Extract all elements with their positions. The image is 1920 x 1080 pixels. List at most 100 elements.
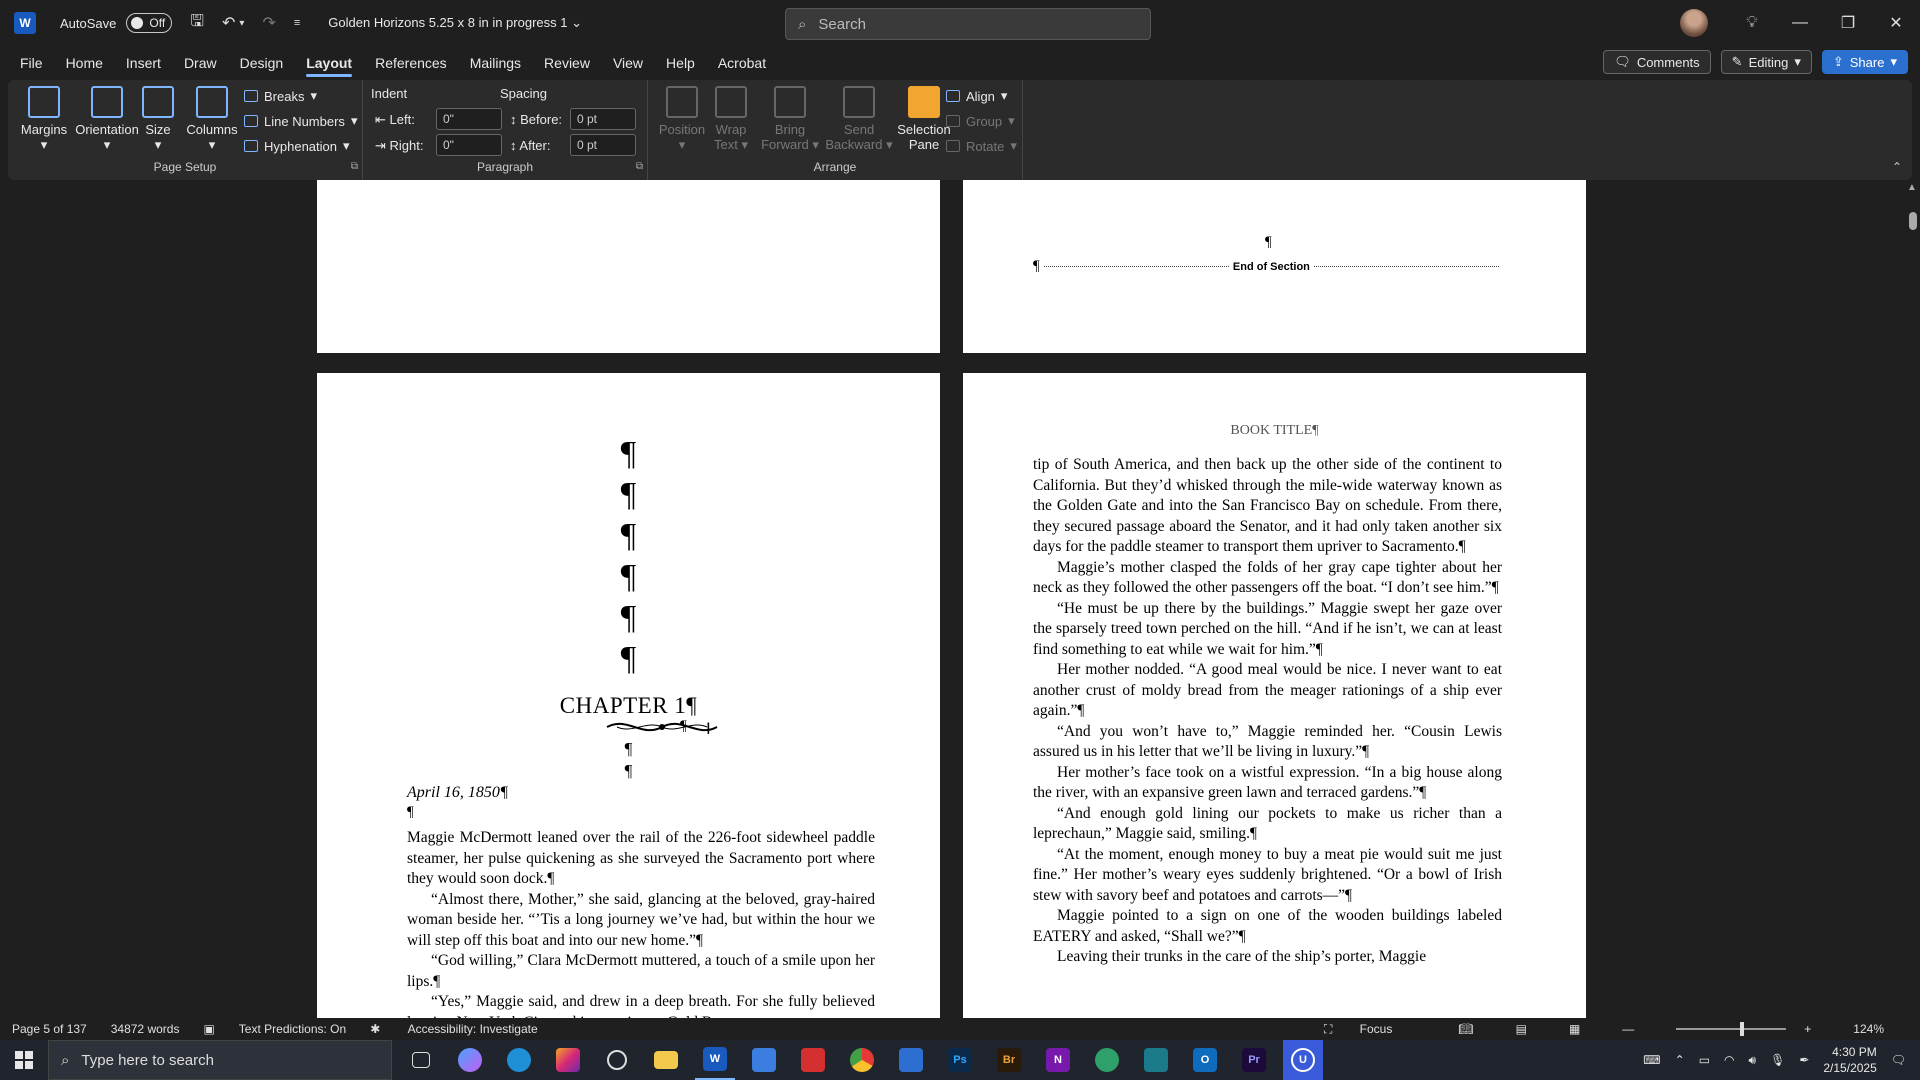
bridge-icon[interactable]: Br (989, 1040, 1029, 1080)
cricut-icon[interactable] (1087, 1040, 1127, 1080)
send-backward-button[interactable]: Send Backward ▾ (824, 86, 894, 153)
accessibility-status[interactable]: ✱ Accessibility: Investigate (370, 1022, 561, 1036)
tab-layout[interactable]: Layout (306, 49, 352, 77)
store-icon[interactable] (744, 1040, 784, 1080)
web-layout-icon[interactable]: ▦ (1569, 1022, 1580, 1036)
tab-review[interactable]: Review (544, 49, 590, 77)
read-mode-icon[interactable]: 📖︎ (1458, 1022, 1473, 1036)
microphone-icon[interactable]: 🎙︎ (1770, 1053, 1785, 1067)
wifi-icon[interactable]: ◠ (1724, 1053, 1734, 1067)
task-view-icon[interactable] (401, 1040, 441, 1080)
tab-view[interactable]: View (613, 49, 643, 77)
chevron-up-icon[interactable]: ⌃ (1675, 1053, 1685, 1067)
scroll-up-icon[interactable]: ▲ (1907, 182, 1917, 193)
taskbar-search[interactable]: ⌕ Type here to search (48, 1040, 392, 1080)
focus-button[interactable]: ⛶ Focus (1324, 1022, 1416, 1037)
acrobat-icon[interactable] (793, 1040, 833, 1080)
proofing-icon[interactable]: ▣ (203, 1022, 214, 1036)
share-button[interactable]: ⇪ Share ▾ (1821, 50, 1908, 74)
rotate-button[interactable]: Rotate ▾ (946, 138, 1017, 154)
scrollbar-thumb[interactable] (1909, 212, 1917, 230)
line-numbers-button[interactable]: Line Numbers ▾ (244, 113, 357, 129)
tab-insert[interactable]: Insert (126, 49, 161, 77)
start-button[interactable] (0, 1040, 48, 1080)
dialog-launcher-icon[interactable]: ⧉ (351, 161, 358, 172)
indent-right-input[interactable] (436, 134, 502, 156)
restore-icon[interactable]: ❐ (1824, 13, 1872, 33)
collapse-ribbon-icon[interactable]: ⌃ (1892, 160, 1902, 174)
onenote-icon[interactable]: N (1038, 1040, 1078, 1080)
position-button[interactable]: Position ▾ (654, 86, 710, 153)
search-box[interactable]: ⌕ Search (785, 8, 1151, 40)
notifications-icon[interactable]: 🗨︎ (1891, 1053, 1906, 1067)
undo-dropdown-icon[interactable]: ▾ (239, 18, 244, 29)
align-button[interactable]: Align ▾ (946, 88, 1007, 104)
keyboard-icon[interactable]: ⌨ (1643, 1053, 1660, 1067)
volume-icon[interactable]: 🔊︎ (1749, 1053, 1757, 1068)
vertical-scrollbar[interactable]: ▲ (1906, 180, 1920, 1018)
tab-mailings[interactable]: Mailings (470, 49, 521, 77)
avatar[interactable] (1680, 9, 1708, 37)
camera-app-icon[interactable] (1136, 1040, 1176, 1080)
tab-help[interactable]: Help (666, 49, 695, 77)
premiere-icon[interactable]: Pr (1234, 1040, 1274, 1080)
word-taskbar-icon[interactable]: W (695, 1040, 735, 1080)
photoshop-icon[interactable]: Ps (940, 1040, 980, 1080)
file-explorer-icon[interactable] (646, 1040, 686, 1080)
comments-button[interactable]: 🗨︎ Comments (1603, 50, 1711, 74)
size-button[interactable]: Size ▾ (136, 86, 180, 153)
indent-left-input[interactable] (436, 108, 502, 130)
hyphenation-button[interactable]: Hyphenation ▾ (244, 138, 350, 154)
chrome-icon[interactable] (842, 1040, 882, 1080)
page-4-left[interactable] (317, 180, 940, 353)
page-4-right[interactable]: ¶ ¶ End of Section (963, 180, 1586, 353)
text-predictions-status[interactable]: Text Predictions: On (239, 1022, 346, 1036)
zoom-level[interactable]: 124% (1853, 1022, 1884, 1036)
wrap-text-button[interactable]: Wrap Text ▾ (706, 86, 756, 153)
tab-acrobat[interactable]: Acrobat (718, 49, 766, 77)
page-count[interactable]: Page 5 of 137 (12, 1022, 87, 1036)
undo-icon[interactable]: ↶ (222, 13, 235, 33)
zoom-out-icon[interactable]: — (1622, 1022, 1634, 1036)
group-button[interactable]: Group ▾ (946, 113, 1015, 129)
openai-icon[interactable] (597, 1040, 637, 1080)
bring-forward-button[interactable]: Bring Forward ▾ (758, 86, 822, 153)
meet-icon[interactable]: ▭ (1699, 1053, 1710, 1067)
page-5-left[interactable]: ¶ ¶ ¶ ¶ ¶ ¶ CHAPTER 1¶ ¶ ¶ ¶ April 16, 1… (317, 373, 940, 1018)
pen-icon[interactable]: ✒ (1799, 1053, 1809, 1067)
copilot-icon[interactable] (450, 1040, 490, 1080)
orientation-button[interactable]: Orientation ▾ (70, 86, 144, 153)
zoom-in-icon[interactable]: + (1804, 1022, 1811, 1036)
tab-references[interactable]: References (375, 49, 447, 77)
outlook-icon[interactable]: O (1185, 1040, 1225, 1080)
app-u-icon[interactable]: U (1283, 1040, 1323, 1080)
page-5-right[interactable]: BOOK TITLE¶ tip of South America, and th… (963, 373, 1586, 1018)
editing-mode-button[interactable]: ✎ Editing ▾ (1720, 50, 1812, 74)
breaks-button[interactable]: Breaks ▾ (244, 88, 317, 104)
tab-file[interactable]: File (20, 49, 43, 77)
print-layout-icon[interactable]: ▤ (1516, 1022, 1527, 1036)
lightbulb-icon[interactable]: 💡︎ (1728, 14, 1776, 32)
autosave-toggle[interactable]: Off (126, 13, 173, 33)
dialog-launcher-icon[interactable]: ⧉ (636, 161, 643, 172)
spacing-before-input[interactable] (570, 108, 636, 130)
edge-icon[interactable] (499, 1040, 539, 1080)
document-title[interactable]: Golden Horizons 5.25 x 8 in in progress … (328, 15, 582, 31)
columns-button[interactable]: Columns ▾ (180, 86, 244, 153)
tab-draw[interactable]: Draw (184, 49, 217, 77)
mail-icon[interactable] (891, 1040, 931, 1080)
save-icon[interactable]: 🖫 (190, 10, 204, 37)
spacing-after-input[interactable] (570, 134, 636, 156)
customize-toolbar-icon[interactable]: ≡ (294, 17, 300, 29)
close-icon[interactable]: ✕ (1872, 13, 1920, 33)
redo-icon[interactable]: ↷ (262, 13, 275, 33)
margins-button[interactable]: Margins ▾ (16, 86, 72, 153)
tab-home[interactable]: Home (66, 49, 103, 77)
document-canvas[interactable]: ¶ ¶ End of Section ¶ ¶ ¶ ¶ ¶ ¶ CHAPTER 1… (0, 180, 1906, 1018)
tab-design[interactable]: Design (240, 49, 284, 77)
zoom-slider[interactable] (1676, 1022, 1787, 1036)
instagram-icon[interactable] (548, 1040, 588, 1080)
word-count[interactable]: 34872 words (111, 1022, 180, 1036)
minimize-icon[interactable]: — (1776, 14, 1824, 32)
clock[interactable]: 4:30 PM 2/15/2025 (1823, 1044, 1876, 1076)
